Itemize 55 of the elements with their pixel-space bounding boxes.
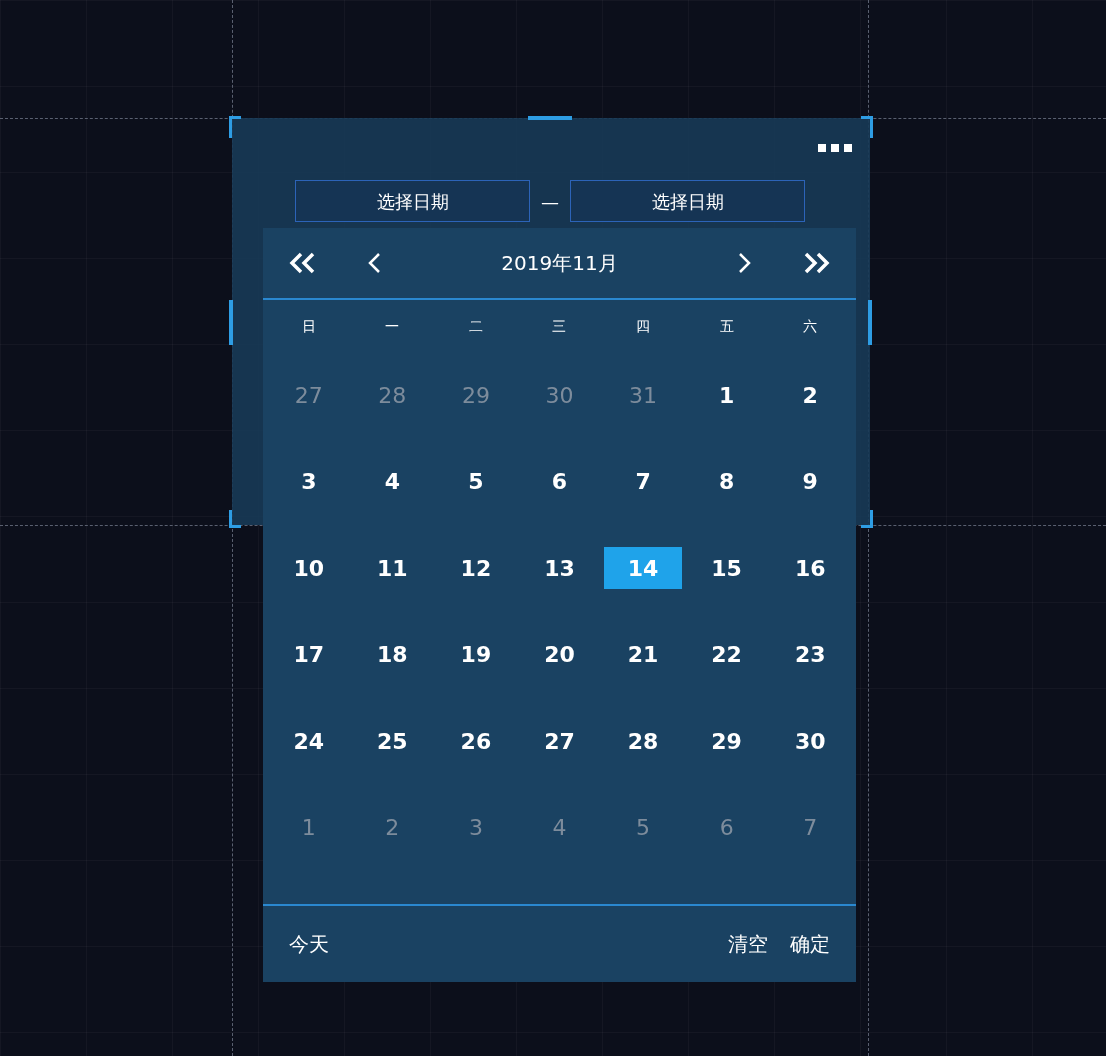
weekday-label: 六	[803, 316, 818, 336]
day-cell[interactable]: 2	[771, 374, 850, 417]
double-chevron-left-icon	[289, 252, 317, 274]
day-cell[interactable]: 26	[436, 720, 515, 763]
day-cell[interactable]: 30	[771, 720, 850, 763]
weekday-label: 日	[301, 316, 316, 336]
day-cell[interactable]: 29	[687, 720, 766, 763]
day-cell[interactable]: 8	[687, 460, 766, 503]
today-button[interactable]: 今天	[289, 929, 329, 959]
corner-bracket	[861, 116, 873, 138]
day-cell[interactable]: 4	[353, 460, 432, 503]
day-cell[interactable]: 5	[436, 460, 515, 503]
day-cell[interactable]: 21	[604, 633, 683, 676]
weekday-label: 二	[468, 316, 483, 336]
double-chevron-right-icon	[802, 252, 830, 274]
weekday-label: 三	[552, 316, 567, 336]
day-cell[interactable]: 7	[604, 460, 683, 503]
start-date-field[interactable]: 选择日期	[295, 180, 530, 222]
day-cell[interactable]: 17	[269, 633, 348, 676]
day-cell[interactable]: 3	[269, 460, 348, 503]
weekday-label: 五	[719, 316, 734, 336]
day-cell[interactable]: 23	[771, 633, 850, 676]
day-cell[interactable]: 16	[771, 547, 850, 590]
day-cell[interactable]: 19	[436, 633, 515, 676]
weekday-label: 一	[385, 316, 400, 336]
day-cell[interactable]: 15	[687, 547, 766, 590]
month-title: 2019年11月	[500, 250, 619, 277]
corner-bracket	[229, 510, 241, 528]
range-separator: —	[540, 189, 560, 214]
more-icon[interactable]	[818, 144, 852, 153]
day-cell[interactable]: 9	[771, 460, 850, 503]
corner-bracket	[229, 116, 241, 138]
day-cell[interactable]: 25	[353, 720, 432, 763]
day-cell[interactable]: 11	[353, 547, 432, 590]
day-cell[interactable]: 18	[353, 633, 432, 676]
day-cell[interactable]: 13	[520, 547, 599, 590]
confirm-button[interactable]: 确定	[790, 929, 830, 959]
day-cell[interactable]: 6	[520, 460, 599, 503]
day-cell[interactable]: 10	[269, 547, 348, 590]
day-cell[interactable]: 24	[269, 720, 348, 763]
clear-button[interactable]: 清空	[728, 929, 768, 959]
edge-marker	[868, 300, 872, 345]
day-cell[interactable]: 28	[604, 720, 683, 763]
day-cell[interactable]: 22	[687, 633, 766, 676]
day-cell[interactable]: 27	[520, 720, 599, 763]
day-cell[interactable]: 1	[687, 374, 766, 417]
chevron-right-icon	[738, 252, 752, 274]
end-date-field[interactable]: 选择日期	[570, 180, 805, 222]
edge-marker	[528, 116, 572, 120]
weekday-label: 四	[636, 316, 651, 336]
edge-marker	[229, 300, 233, 345]
day-cell[interactable]: 12	[436, 547, 515, 590]
chevron-left-icon	[367, 252, 381, 274]
day-cell[interactable]: 20	[520, 633, 599, 676]
corner-bracket	[861, 510, 873, 528]
